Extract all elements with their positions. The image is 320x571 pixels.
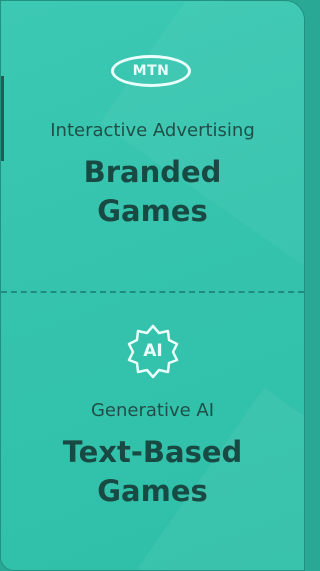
section-title-line-2: Games — [97, 194, 208, 228]
section-title-line-1: Branded — [83, 155, 222, 189]
ai-star-badge-icon: AI — [125, 323, 181, 379]
ai-badge-label: AI — [143, 341, 163, 361]
section-title-line-1: Text-Based — [62, 435, 243, 469]
mtn-logo-badge: MTN — [111, 55, 191, 87]
section-subtitle: Generative AI — [90, 400, 215, 421]
star-badge-outline-icon — [127, 324, 179, 379]
dashed-divider — [1, 291, 304, 293]
game-types-card: MTN Interactive Advertising Branded Game… — [0, 0, 305, 571]
mtn-badge-label: MTN — [132, 63, 170, 79]
branded-games-section[interactable]: MTN Interactive Advertising Branded Game… — [1, 1, 304, 291]
section-title-line-2: Games — [97, 474, 208, 508]
section-subtitle: Interactive Advertising — [50, 120, 255, 141]
